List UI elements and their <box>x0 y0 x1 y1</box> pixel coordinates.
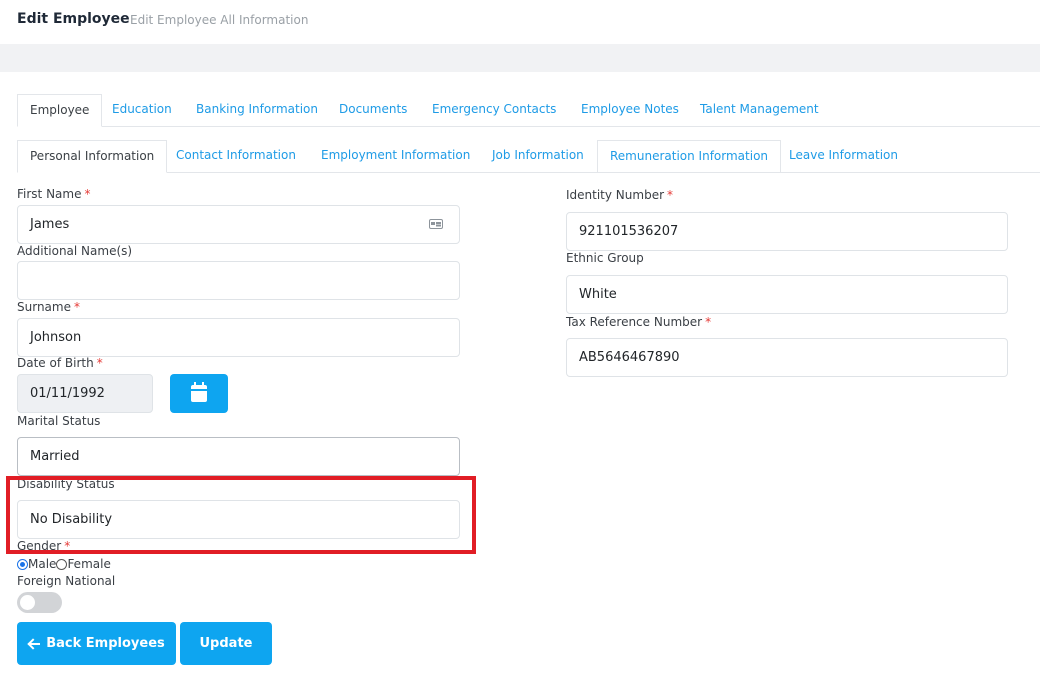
date-of-birth-label-text: Date of Birth <box>17 356 94 370</box>
tab-talent-management[interactable]: Talent Management <box>688 94 831 127</box>
tab-personal-information[interactable]: Personal Information <box>17 140 168 173</box>
tax-reference-label: Tax Reference Number * <box>566 315 711 329</box>
foreign-national-label: Foreign National <box>17 574 116 588</box>
sub-tabs: Personal Information Contact Information… <box>17 140 1040 173</box>
date-of-birth-label: Date of Birth * <box>17 356 103 370</box>
gender-male-radio[interactable] <box>17 558 28 570</box>
calendar-button[interactable] <box>170 374 228 413</box>
required-marker: * <box>96 356 103 370</box>
surname-input[interactable]: Johnson <box>17 318 460 357</box>
required-marker: * <box>73 300 80 314</box>
tab-education[interactable]: Education <box>100 94 184 127</box>
gender-male-label: Male <box>28 557 57 571</box>
back-employees-button[interactable]: Back Employees <box>17 622 176 665</box>
page-title: Edit Employee <box>17 11 130 27</box>
additional-names-label: Additional Name(s) <box>17 244 133 258</box>
identity-number-input[interactable]: 921101536207 <box>566 212 1008 251</box>
surname-value: Johnson <box>30 330 82 345</box>
ethnic-group-select[interactable]: White <box>566 275 1008 314</box>
gender-female-radio[interactable] <box>56 558 68 570</box>
marital-status-label: Marital Status <box>17 414 101 428</box>
marital-status-value: Married <box>30 449 80 464</box>
foreign-national-toggle[interactable] <box>17 592 62 613</box>
tab-remuneration-information[interactable]: Remuneration Information <box>597 140 782 173</box>
tax-reference-label-text: Tax Reference Number <box>566 315 703 329</box>
tab-employment-information[interactable]: Employment Information <box>309 140 482 173</box>
required-marker: * <box>705 315 712 329</box>
required-marker: * <box>667 188 674 202</box>
header-band <box>0 44 1040 72</box>
calendar-icon <box>191 382 207 402</box>
required-marker: * <box>64 539 71 553</box>
required-marker: * <box>84 187 91 201</box>
tab-employee[interactable]: Employee <box>17 94 103 127</box>
tab-documents[interactable]: Documents <box>327 94 419 127</box>
update-button[interactable]: Update <box>180 622 272 665</box>
additional-names-input[interactable] <box>17 261 460 300</box>
identity-number-value: 921101536207 <box>579 224 679 239</box>
first-name-label: First Name * <box>17 187 90 201</box>
first-name-input[interactable]: James <box>17 205 460 244</box>
tab-leave-information[interactable]: Leave Information <box>777 140 910 173</box>
toggle-knob <box>20 595 35 610</box>
tab-banking-information[interactable]: Banking Information <box>184 94 330 127</box>
gender-label-text: Gender <box>17 539 62 553</box>
tax-reference-value: AB5646467890 <box>579 350 680 365</box>
identity-number-label-text: Identity Number <box>566 188 665 202</box>
page-subtitle: Edit Employee All Information <box>130 13 309 27</box>
date-of-birth-input[interactable]: 01/11/1992 <box>17 374 153 413</box>
gender-label: Gender * <box>17 539 70 553</box>
tab-contact-information[interactable]: Contact Information <box>164 140 308 173</box>
date-of-birth-value: 01/11/1992 <box>30 386 105 401</box>
highlight-box <box>6 476 476 554</box>
ethnic-group-label: Ethnic Group <box>566 251 644 265</box>
back-employees-label: Back Employees <box>46 636 165 651</box>
first-name-value: James <box>30 217 70 232</box>
gender-female-label: Female <box>67 557 111 571</box>
tab-job-information[interactable]: Job Information <box>480 140 596 173</box>
tax-reference-input[interactable]: AB5646467890 <box>566 338 1008 377</box>
main-tabs: Employee Education Banking Information D… <box>17 94 1040 127</box>
surname-label: Surname * <box>17 300 80 314</box>
tab-employee-notes[interactable]: Employee Notes <box>569 94 691 127</box>
page-header: Edit Employee Edit Employee All Informat… <box>0 0 1040 44</box>
identity-number-label: Identity Number * <box>566 188 673 202</box>
first-name-label-text: First Name <box>17 187 82 201</box>
arrow-left-icon <box>28 639 41 649</box>
marital-status-select[interactable]: Married <box>17 437 460 476</box>
update-label: Update <box>199 636 253 651</box>
ethnic-group-value: White <box>579 287 617 302</box>
surname-label-text: Surname <box>17 300 71 314</box>
tab-emergency-contacts[interactable]: Emergency Contacts <box>420 94 568 127</box>
gender-radio-group: Male Female <box>17 557 111 571</box>
id-card-icon <box>429 219 443 229</box>
